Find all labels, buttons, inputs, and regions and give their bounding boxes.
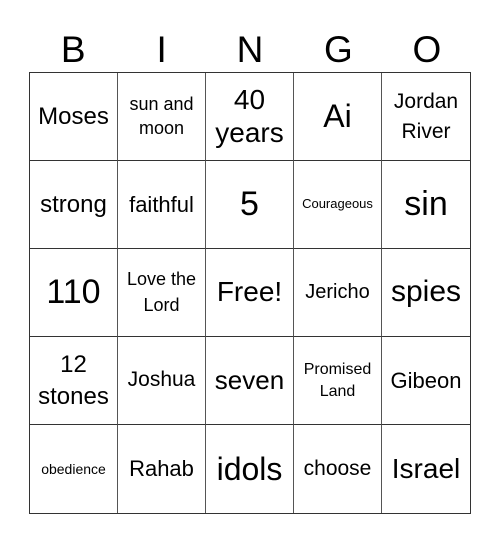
header-letter-i: I <box>156 29 167 70</box>
bingo-cell[interactable]: 40 years <box>206 73 294 161</box>
bingo-cell[interactable]: idols <box>206 425 294 513</box>
bingo-cell[interactable]: Ai <box>294 73 382 161</box>
bingo-cell[interactable]: strong <box>30 161 118 249</box>
bingo-cell[interactable]: Joshua <box>118 337 206 425</box>
bingo-cell[interactable]: Rahab <box>118 425 206 513</box>
bingo-cell[interactable]: Jordan River <box>382 73 470 161</box>
bingo-cell[interactable]: Love the Lord <box>118 249 206 337</box>
bingo-cell[interactable]: Free! <box>206 249 294 337</box>
bingo-grid: Moses sun and moon 40 years Ai Jordan Ri… <box>29 72 471 514</box>
header-letter-n: N <box>236 29 264 70</box>
bingo-cell[interactable]: obedience <box>30 425 118 513</box>
bingo-cell[interactable]: sin <box>382 161 470 249</box>
bingo-cell[interactable]: 5 <box>206 161 294 249</box>
bingo-cell[interactable]: spies <box>382 249 470 337</box>
bingo-cell[interactable]: 12 stones <box>30 337 118 425</box>
header-letter-g: G <box>324 29 353 70</box>
bingo-cell[interactable]: Gibeon <box>382 337 470 425</box>
bingo-cell[interactable]: Jericho <box>294 249 382 337</box>
header-letter-o: O <box>412 29 442 70</box>
bingo-cell[interactable]: 110 <box>30 249 118 337</box>
bingo-header: B I N G O <box>29 28 471 72</box>
bingo-cell[interactable]: seven <box>206 337 294 425</box>
bingo-cell[interactable]: Promised Land <box>294 337 382 425</box>
bingo-cell[interactable]: choose <box>294 425 382 513</box>
bingo-cell[interactable]: sun and moon <box>118 73 206 161</box>
bingo-cell[interactable]: Israel <box>382 425 470 513</box>
header-letter-b: B <box>60 29 86 70</box>
bingo-cell[interactable]: Moses <box>30 73 118 161</box>
bingo-cell[interactable]: Courageous <box>294 161 382 249</box>
bingo-cell[interactable]: faithful <box>118 161 206 249</box>
